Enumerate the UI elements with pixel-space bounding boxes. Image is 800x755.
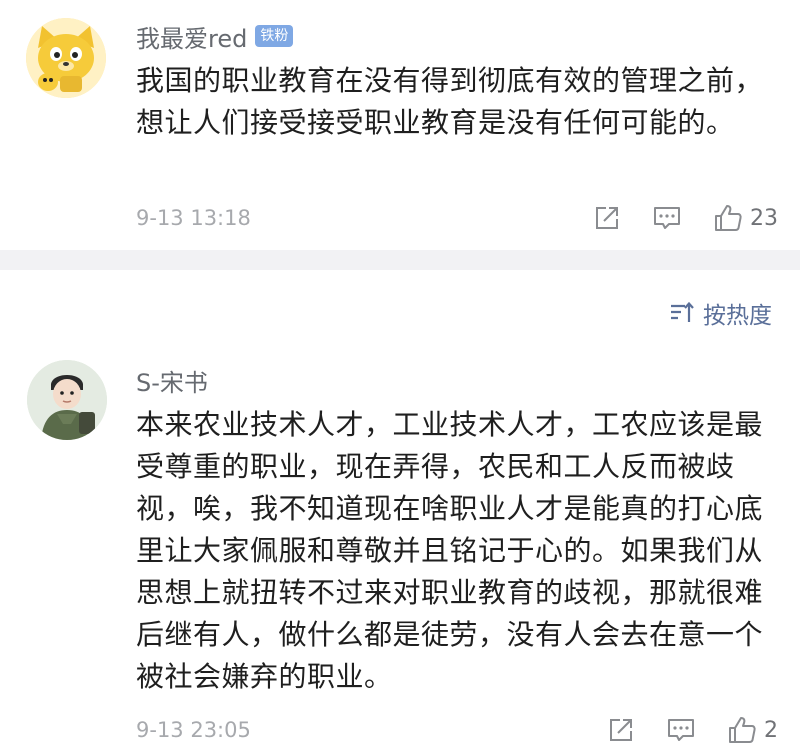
author-name[interactable]: 我最爱red (136, 19, 247, 54)
sort-icon (671, 301, 694, 322)
user-avatar[interactable] (27, 360, 107, 440)
author-row: 我最爱red 铁粉 (136, 18, 294, 54)
comment-icon (668, 719, 694, 741)
comments-page: 我最爱red 铁粉 我国的职业教育在没有得到彻底有效的管理之前，想让人们接受接受… (0, 0, 800, 755)
sort-label: 按热度 (703, 303, 772, 329)
like-button[interactable]: 23 (712, 202, 778, 234)
comment-actions: 23 (562, 202, 778, 234)
fan-badge: 铁粉 (255, 25, 294, 47)
thumbs-up-icon (715, 205, 742, 231)
cartoon-dog-avatar-icon (26, 18, 106, 98)
share-button[interactable] (592, 203, 622, 233)
section-divider (0, 250, 800, 270)
sort-button[interactable]: 按热度 (669, 296, 772, 330)
comment-text: 本来农业技术人才，工业技术人才，工农应该是最受尊重的职业，现在弄得，农民和工人反… (136, 408, 764, 693)
comment-time: 9-13 13:18 (136, 206, 251, 230)
share-button[interactable] (606, 715, 636, 745)
comment-item: S-宋书 本来农业技术人才，工业技术人才，工农应该是最受尊重的职业，现在弄得，农… (0, 352, 800, 755)
share-icon (596, 207, 618, 229)
author-row: S-宋书 (136, 362, 208, 398)
user-avatar[interactable] (26, 18, 106, 98)
thumbs-up-icon (729, 717, 756, 743)
comment-time: 9-13 23:05 (136, 718, 251, 742)
comment-text: 我国的职业教育在没有得到彻底有效的管理之前，想让人们接受接受职业教育是没有任何可… (136, 64, 764, 139)
like-count: 23 (750, 205, 778, 231)
comment-meta: 9-13 13:18 23 (136, 198, 778, 238)
comment-actions: 2 (576, 714, 778, 746)
like-count: 2 (764, 717, 778, 743)
share-icon (610, 719, 632, 741)
soldier-avatar-icon (27, 360, 107, 440)
reply-button[interactable] (666, 715, 696, 745)
comment-item: 我最爱red 铁粉 我国的职业教育在没有得到彻底有效的管理之前，想让人们接受接受… (0, 0, 800, 250)
reply-button[interactable] (652, 203, 682, 233)
comment-icon (654, 207, 680, 229)
like-button[interactable]: 2 (726, 714, 778, 746)
author-name[interactable]: S-宋书 (136, 363, 208, 398)
comment-meta: 9-13 23:05 2 (136, 710, 778, 750)
